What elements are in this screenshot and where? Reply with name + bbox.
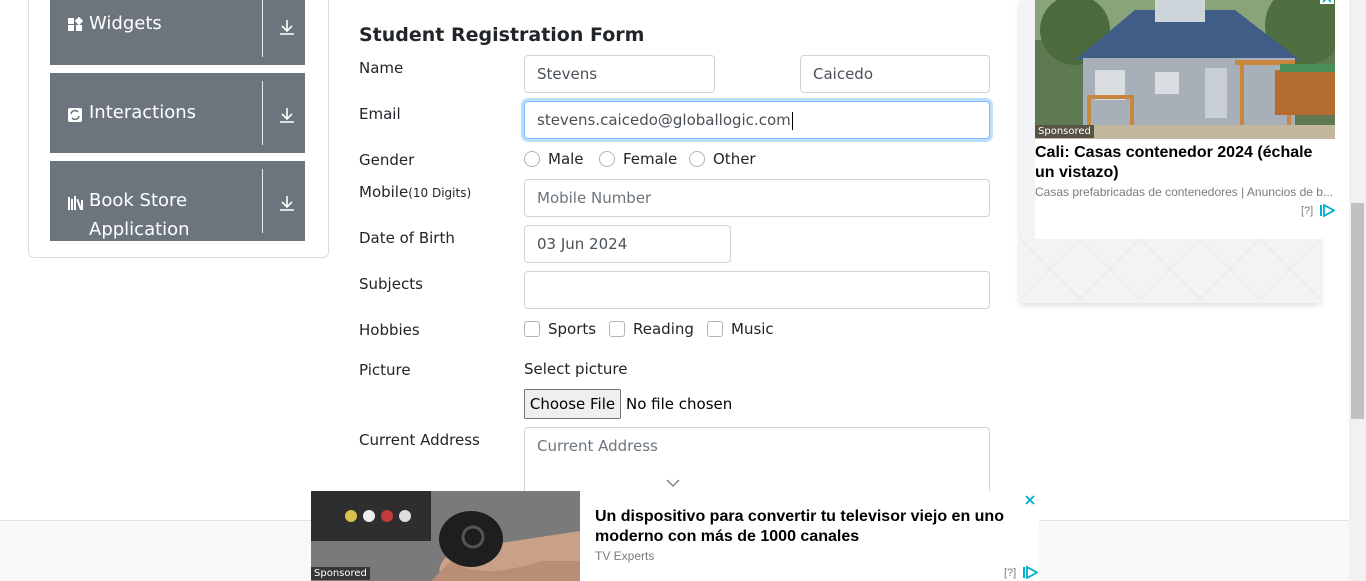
- ad-image-chromecast[interactable]: Sponsored: [311, 491, 580, 581]
- hobbies-label: Hobbies: [359, 321, 420, 339]
- form-title: Student Registration Form: [359, 24, 645, 46]
- no-file-text: No file chosen: [626, 395, 733, 413]
- gender-label: Gender: [359, 151, 415, 169]
- sidebar-group-interactions[interactable]: Interactions: [50, 73, 305, 153]
- dob-label: Date of Birth: [359, 229, 455, 247]
- mobile-label-text: Mobile: [359, 183, 409, 201]
- gender-radio-other[interactable]: [689, 151, 705, 167]
- subjects-input[interactable]: [524, 271, 990, 309]
- subjects-label: Subjects: [359, 275, 423, 293]
- mobile-hint: (10 Digits): [408, 186, 472, 200]
- sidebar-group-book-store[interactable]: Book Store Application: [50, 161, 305, 241]
- select-picture-label: Select picture: [524, 360, 628, 378]
- sidebar-group-label: Widgets: [89, 13, 162, 34]
- gender-radio-male[interactable]: [524, 151, 540, 167]
- ad-right[interactable]: Sponsored Cali: Casas contenedor 2024 (é…: [1020, 0, 1335, 303]
- sidebar-group-label-line2: Application: [89, 219, 190, 240]
- ad-title[interactable]: Cali: Casas contenedor 2024 (échale un v…: [1035, 143, 1325, 183]
- page: { "sidebar": { "groups": [ {"label": "Wi…: [0, 0, 1366, 581]
- dob-input[interactable]: 03 Jun 2024: [524, 225, 731, 263]
- mobile-input[interactable]: Mobile Number: [524, 179, 990, 217]
- choose-file-button[interactable]: Choose File: [524, 389, 621, 419]
- scrollbar-thumb[interactable]: [1351, 203, 1364, 419]
- sidebar-group-label: Book Store: [89, 190, 188, 211]
- hobby-option-label[interactable]: Sports: [548, 319, 596, 339]
- sponsored-label: Sponsored: [311, 567, 370, 580]
- chevron-down-icon[interactable]: [666, 478, 680, 488]
- adchoices-icon[interactable]: [1319, 204, 1335, 217]
- picture-label: Picture: [359, 361, 411, 379]
- gender-option-label[interactable]: Male: [548, 149, 584, 169]
- ad-background-pattern: [1020, 239, 1320, 300]
- hobby-checkbox-music[interactable]: [707, 321, 723, 337]
- sidebar-group-widgets[interactable]: Widgets: [50, 0, 305, 65]
- name-label: Name: [359, 59, 404, 77]
- address-label: Current Address: [359, 431, 480, 449]
- ad-bottom[interactable]: Sponsored Un dispositivo para convertir …: [311, 491, 1039, 581]
- hobby-checkbox-reading[interactable]: [609, 321, 625, 337]
- ad-subtitle[interactable]: TV Experts: [595, 549, 895, 563]
- divider: [262, 169, 263, 233]
- email-input[interactable]: stevens.caicedo@globallogic.com: [524, 101, 990, 139]
- email-value: stevens.caicedo@globallogic.com: [537, 111, 791, 129]
- sidebar-group-label: Interactions: [89, 102, 197, 123]
- mobile-label: Mobile(10 Digits): [359, 183, 471, 201]
- widgets-icon: [68, 17, 83, 31]
- book-store-icon: [68, 196, 83, 210]
- download-arrow-icon[interactable]: [278, 106, 296, 124]
- ad-help[interactable]: [?]: [1301, 205, 1313, 217]
- adchoices-icon[interactable]: [1022, 566, 1038, 579]
- gender-radio-female[interactable]: [599, 151, 615, 167]
- gender-option-label[interactable]: Female: [623, 149, 677, 169]
- email-label: Email: [359, 105, 401, 123]
- ad-body[interactable]: Cali: Casas contenedor 2024 (échale un v…: [1035, 139, 1335, 239]
- ad-image-container-house[interactable]: Sponsored: [1035, 0, 1335, 139]
- ad-title[interactable]: Un dispositivo para convertir tu televis…: [595, 507, 1015, 547]
- ad-close-icon[interactable]: [1024, 494, 1036, 506]
- ad-subtitle[interactable]: Casas prefabricadas de contenedores | An…: [1035, 185, 1335, 199]
- first-name-input[interactable]: Stevens: [524, 55, 715, 93]
- divider: [262, 0, 263, 57]
- download-arrow-icon[interactable]: [278, 194, 296, 212]
- interactions-icon: [68, 108, 82, 122]
- hobby-option-label[interactable]: Reading: [633, 319, 694, 339]
- text-caret: [791, 111, 793, 130]
- sponsored-label: Sponsored: [1035, 125, 1094, 138]
- gender-option-label[interactable]: Other: [713, 149, 756, 169]
- ad-help[interactable]: [?]: [1004, 567, 1016, 579]
- download-arrow-icon[interactable]: [278, 18, 296, 36]
- ad-close-icon[interactable]: [1320, 0, 1334, 4]
- divider: [262, 81, 263, 145]
- last-name-input[interactable]: Caicedo: [800, 55, 990, 93]
- hobby-option-label[interactable]: Music: [731, 319, 774, 339]
- hobby-checkbox-sports[interactable]: [524, 321, 540, 337]
- container-house-image: [1035, 0, 1335, 139]
